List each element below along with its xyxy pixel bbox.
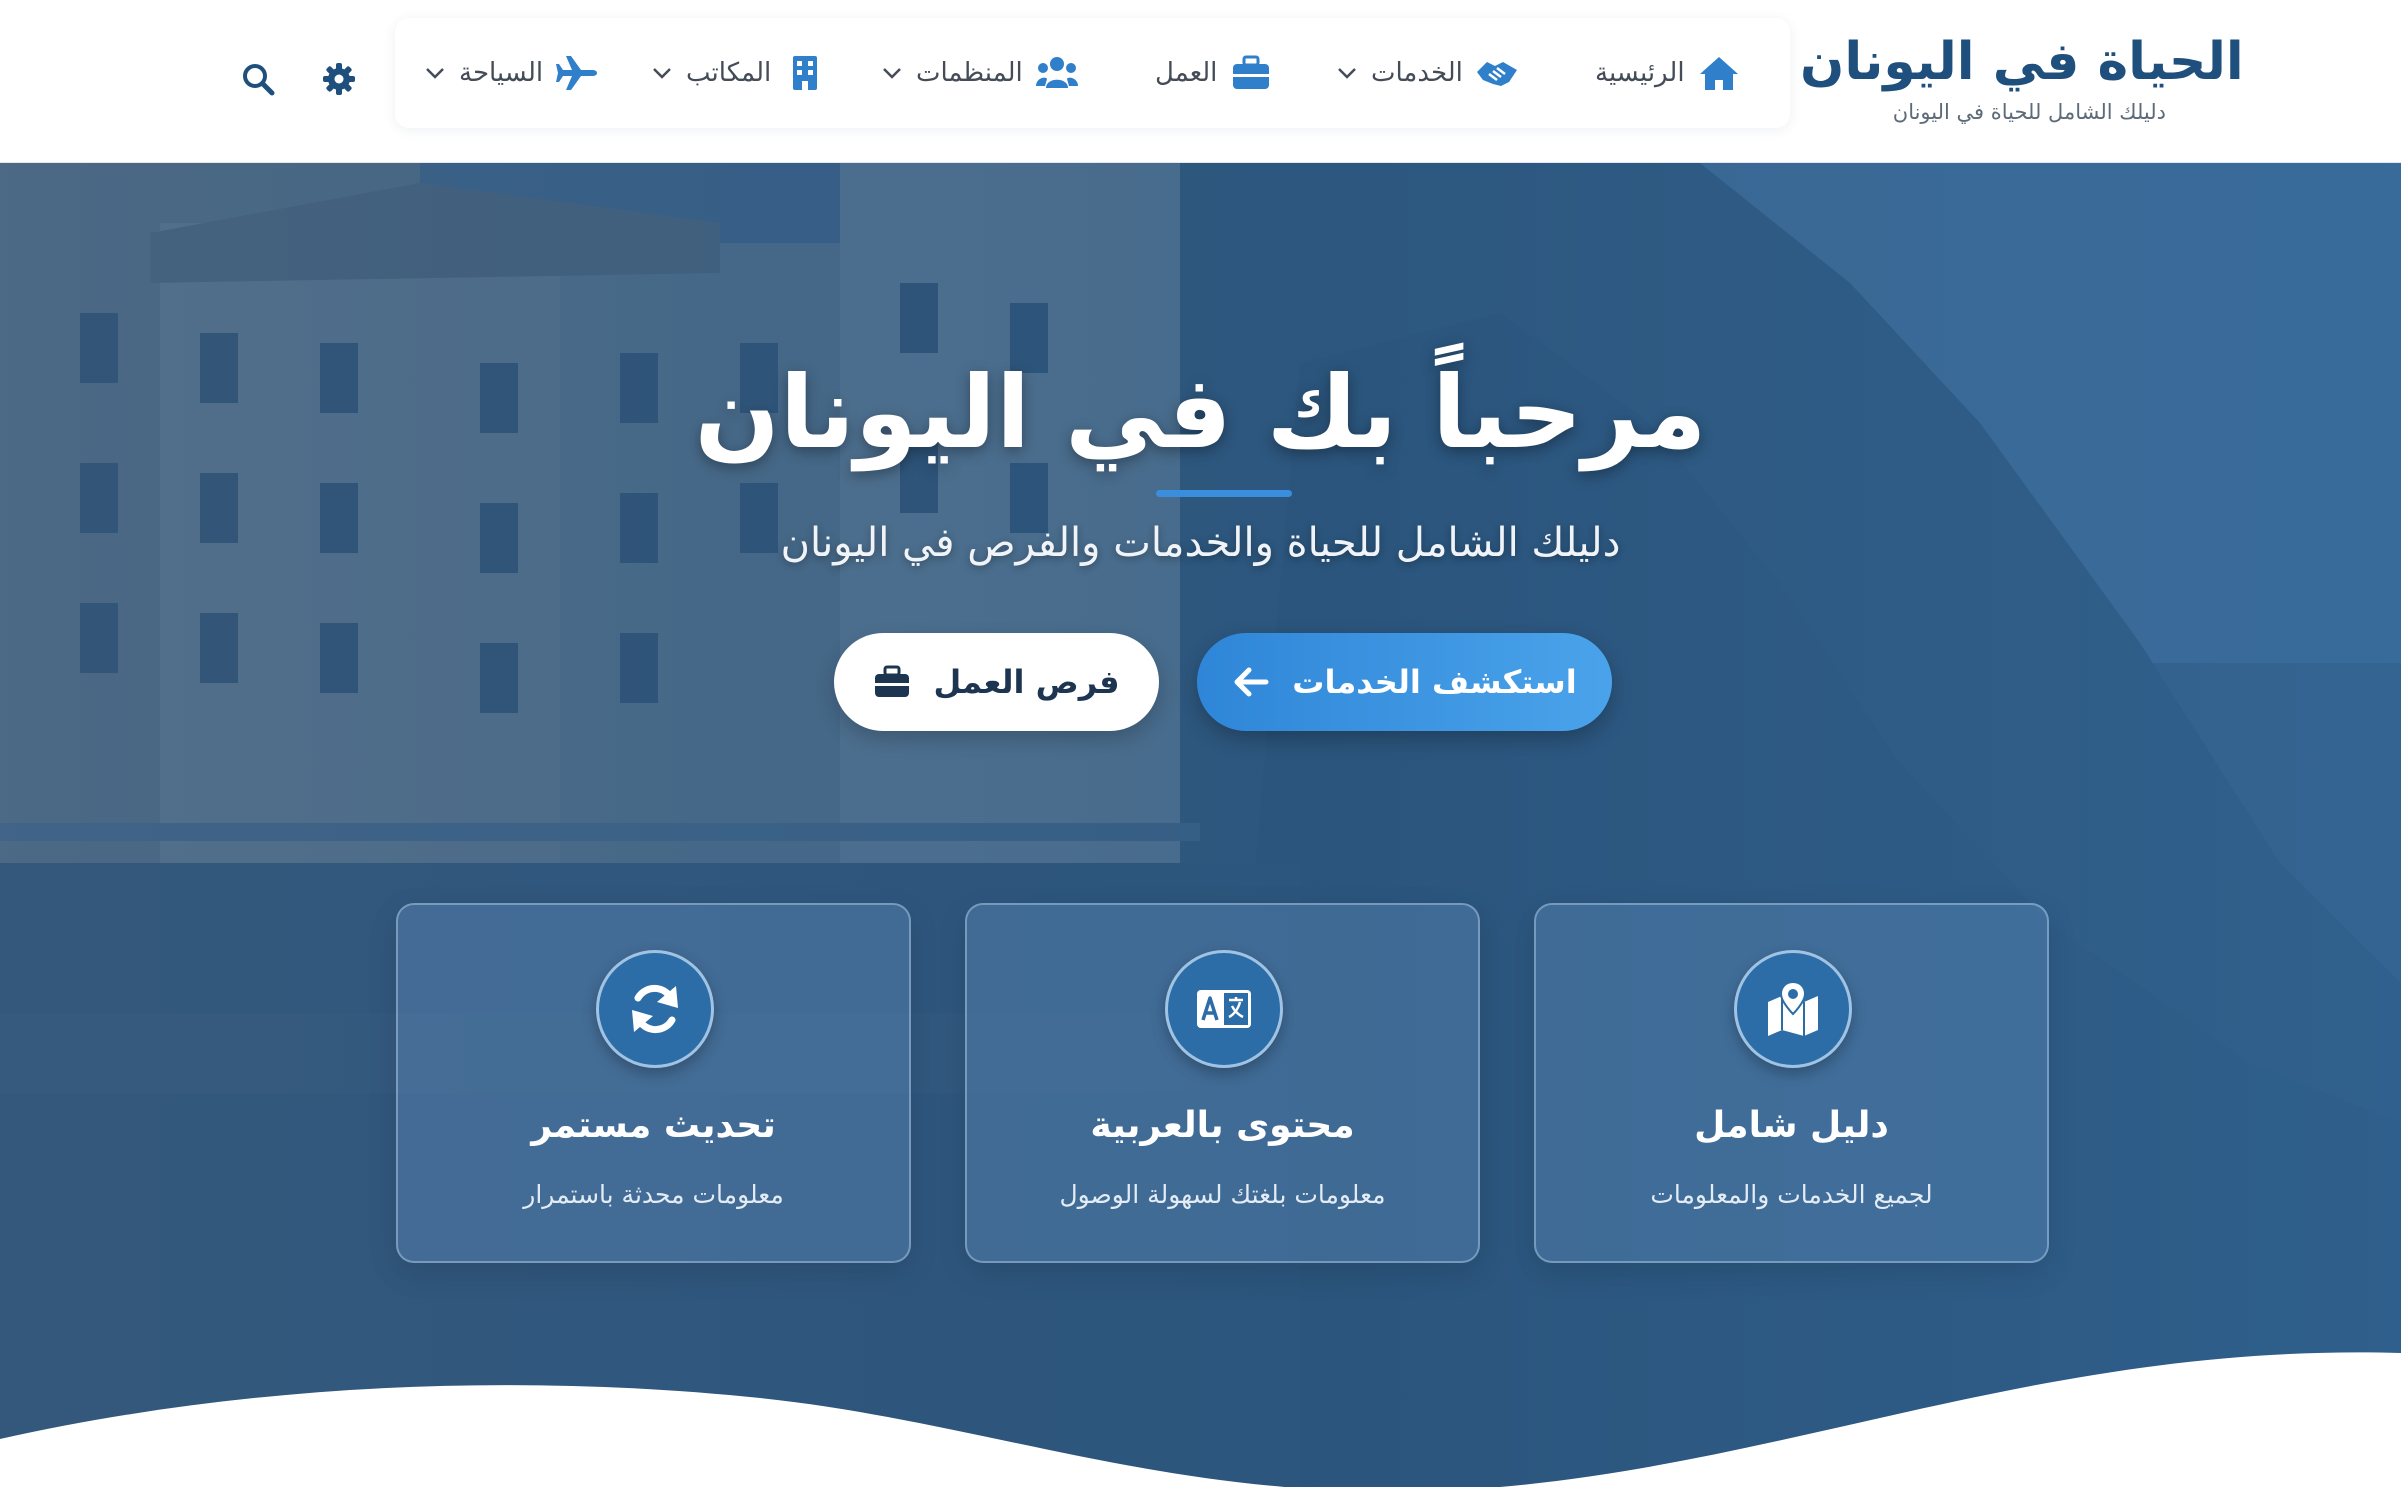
- briefcase-icon: [875, 665, 910, 697]
- job-opportunities-label: فرص العمل: [933, 663, 1120, 701]
- settings-button[interactable]: [308, 48, 370, 110]
- feature-description: معلومات بلغتك لسهولة الوصول: [1059, 1180, 1386, 1209]
- search-icon: [243, 64, 275, 96]
- nav-item-offices[interactable]: المكاتب: [650, 18, 827, 128]
- home-icon: [1699, 57, 1738, 90]
- chevron-down-icon: [653, 68, 671, 79]
- chevron-down-icon: [1338, 68, 1356, 79]
- feature-icon-badge: [1734, 950, 1852, 1068]
- building-icon: [793, 56, 818, 90]
- feature-icon-badge: [1165, 950, 1283, 1068]
- brand-row: الحياة في اليونان: [1786, 30, 2244, 94]
- map-marker-icon: [1768, 980, 1818, 1036]
- brand-title: الحياة في اليونان: [1800, 32, 2244, 92]
- feature-icon-badge: [596, 950, 714, 1068]
- plane-icon: [556, 56, 598, 90]
- hero-subtitle: دليلك الشامل للحياة والخدمات والفرص في ا…: [780, 520, 1621, 566]
- arrow-left-icon: [1234, 667, 1269, 697]
- handshake-icon: [1476, 62, 1517, 86]
- nav-item-tourism[interactable]: السياحة: [423, 18, 599, 128]
- brand[interactable]: الحياة في اليونان دليلك الشامل للحياة في…: [1786, 30, 2244, 124]
- hero-bottom-wave: [0, 1352, 2401, 1487]
- users-icon: [1035, 57, 1078, 88]
- job-opportunities-button[interactable]: فرص العمل: [834, 633, 1159, 731]
- feature-title: محتوى بالعربية: [1090, 1105, 1355, 1146]
- briefcase-icon: [1233, 55, 1270, 89]
- nav-item-organizations[interactable]: المنظمات: [880, 18, 1079, 128]
- feature-card-continuous-update[interactable]: تحديث مستمر معلومات محدثة باستمرار: [396, 903, 911, 1263]
- hero-title: مرحباً بك في اليونان: [694, 354, 1707, 471]
- explore-services-button[interactable]: استكشف الخدمات: [1197, 633, 1612, 731]
- main-nav: الرئيسية الخدمات العمل المنظمات المكاتب …: [395, 18, 1790, 128]
- nav-label: المنظمات: [916, 58, 1023, 88]
- nav-label: الرئيسية: [1595, 58, 1685, 88]
- chevron-down-icon: [426, 68, 444, 79]
- feature-description: لجميع الخدمات والمعلومات: [1650, 1180, 1933, 1209]
- chevron-down-icon: [883, 68, 901, 79]
- feature-card-arabic-content[interactable]: محتوى بالعربية معلومات بلغتك لسهولة الوص…: [965, 903, 1480, 1263]
- nav-item-work[interactable]: العمل: [1155, 18, 1273, 128]
- sync-icon: [632, 984, 678, 1034]
- nav-item-services[interactable]: الخدمات: [1335, 18, 1519, 128]
- nav-item-home[interactable]: الرئيسية: [1595, 18, 1741, 128]
- brand-tagline: دليلك الشامل للحياة في اليونان: [1892, 100, 2166, 124]
- feature-title: تحديث مستمر: [531, 1105, 776, 1146]
- search-button[interactable]: [227, 48, 289, 110]
- feature-description: معلومات محدثة باستمرار: [523, 1180, 784, 1209]
- feature-card-comprehensive-guide[interactable]: دليل شامل لجميع الخدمات والمعلومات: [1534, 903, 2049, 1263]
- nav-label: السياحة: [459, 58, 544, 88]
- nav-label: المكاتب: [686, 58, 772, 88]
- hero-title-underline: [1156, 490, 1292, 497]
- nav-label: الخدمات: [1371, 58, 1463, 88]
- nav-label: العمل: [1155, 58, 1218, 88]
- feature-title: دليل شامل: [1694, 1105, 1889, 1146]
- gear-icon: [323, 63, 355, 95]
- explore-services-label: استكشف الخدمات: [1292, 663, 1577, 701]
- site-header: الحياة في اليونان دليلك الشامل للحياة في…: [0, 0, 2401, 163]
- language-icon: [1197, 990, 1251, 1028]
- hero-section: مرحباً بك في اليونان دليلك الشامل للحياة…: [0, 163, 2401, 1487]
